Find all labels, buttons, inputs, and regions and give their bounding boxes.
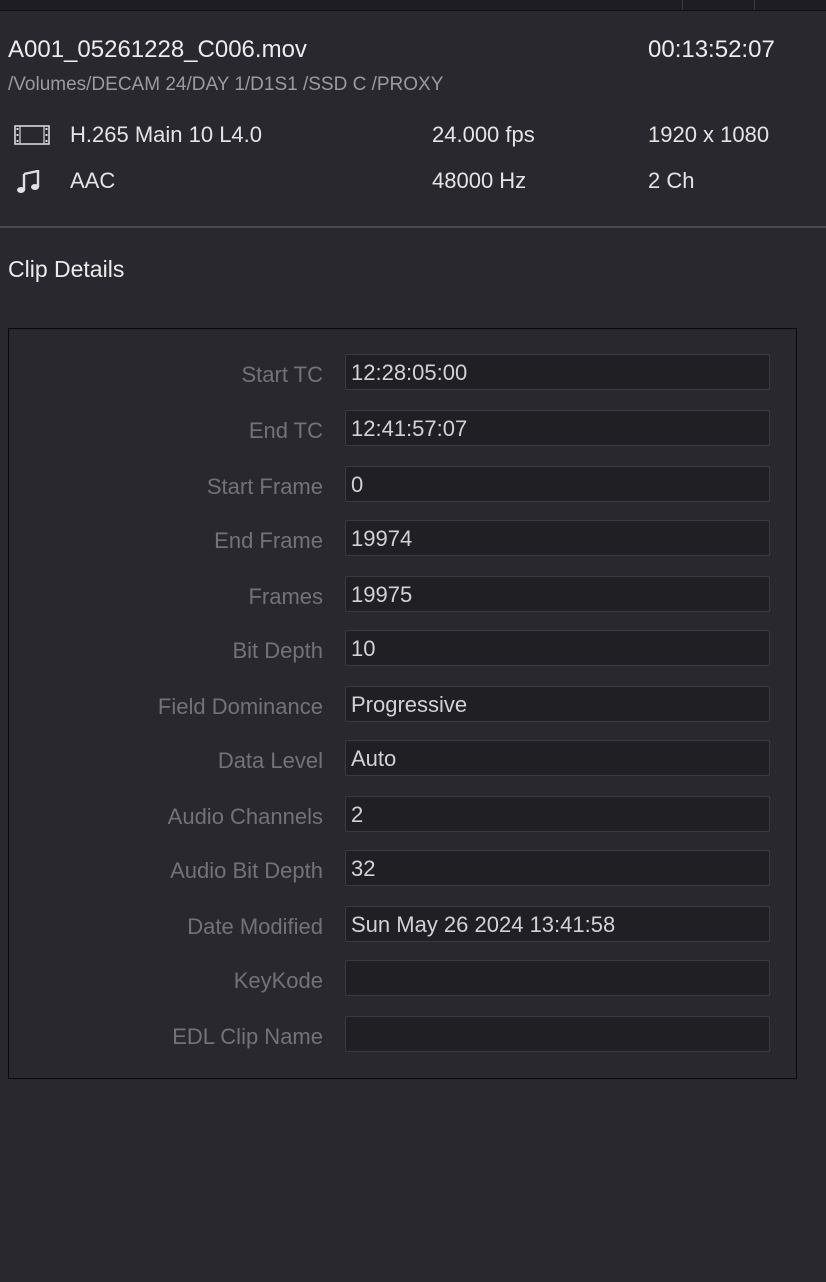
video-resolution: 1920 x 1080 bbox=[648, 122, 770, 147]
frames-input[interactable]: 19975 bbox=[345, 576, 770, 612]
field-label: End TC bbox=[248, 418, 323, 443]
field-label: Frames bbox=[248, 584, 323, 609]
field-data-level: Data Level Auto bbox=[9, 740, 796, 780]
field-keykode: KeyKode bbox=[9, 960, 796, 1000]
video-codec: H.265 Main 10 L4.0 bbox=[70, 122, 263, 147]
field-label: Bit Depth bbox=[232, 638, 324, 663]
video-frame-rate: 24.000 fps bbox=[432, 122, 535, 147]
field-label: Start Frame bbox=[206, 474, 323, 499]
audio-channels: 2 Ch bbox=[648, 168, 695, 193]
field-label: Audio Channels bbox=[167, 804, 323, 829]
music-note-icon bbox=[14, 169, 50, 193]
top-toolbar-strip bbox=[0, 0, 826, 11]
end-frame-input[interactable]: 19974 bbox=[345, 520, 770, 556]
field-edl-clip-name: EDL Clip Name bbox=[9, 1016, 796, 1056]
clip-filename: A001_05261228_C006.mov bbox=[8, 36, 307, 63]
video-info-row: H.265 Main 10 L4.0 24.000 fps 1920 x 108… bbox=[0, 120, 826, 150]
field-label: Start TC bbox=[241, 362, 323, 387]
field-start-tc: Start TC 12:28:05:00 bbox=[9, 354, 796, 394]
field-audio-channels: Audio Channels 2 bbox=[9, 796, 796, 836]
clip-duration: 00:13:52:07 bbox=[648, 36, 775, 63]
field-label: EDL Clip Name bbox=[172, 1024, 323, 1049]
audio-codec: AAC bbox=[70, 168, 116, 193]
field-audio-bit-depth: Audio Bit Depth 32 bbox=[9, 850, 796, 890]
edl-clip-name-input[interactable] bbox=[345, 1016, 770, 1052]
clip-details-title: Clip Details bbox=[8, 256, 125, 282]
field-label: KeyKode bbox=[233, 968, 323, 993]
field-end-frame: End Frame 19974 bbox=[9, 520, 796, 560]
end-tc-input[interactable]: 12:41:57:07 bbox=[345, 410, 770, 446]
field-field-dominance: Field Dominance Progressive bbox=[9, 686, 796, 726]
toolbar-separator bbox=[754, 0, 755, 10]
data-level-input[interactable]: Auto bbox=[345, 740, 770, 776]
toolbar-separator bbox=[682, 0, 683, 10]
date-modified-input[interactable]: Sun May 26 2024 13:41:58 bbox=[345, 906, 770, 942]
film-strip-icon bbox=[14, 124, 50, 146]
bit-depth-input[interactable]: 10 bbox=[345, 630, 770, 666]
field-end-tc: End TC 12:41:57:07 bbox=[9, 410, 796, 450]
field-label: Data Level bbox=[217, 748, 323, 773]
field-start-frame: Start Frame 0 bbox=[9, 466, 796, 506]
audio-sample-rate: 48000 Hz bbox=[432, 168, 527, 193]
field-date-modified: Date Modified Sun May 26 2024 13:41:58 bbox=[9, 906, 796, 946]
clip-details-panel: Start TC 12:28:05:00 End TC 12:41:57:07 … bbox=[8, 328, 797, 1079]
clip-file-path: /Volumes/DECAM 24/DAY 1/D1S1 /SSD C /PRO… bbox=[8, 74, 444, 95]
field-label: Date Modified bbox=[187, 914, 323, 939]
start-tc-input[interactable]: 12:28:05:00 bbox=[345, 354, 770, 390]
field-label: Audio Bit Depth bbox=[170, 858, 323, 883]
audio-channels-input[interactable]: 2 bbox=[345, 796, 770, 832]
audio-bit-depth-input[interactable]: 32 bbox=[345, 850, 770, 886]
section-divider bbox=[0, 226, 826, 228]
field-frames: Frames 19975 bbox=[9, 576, 796, 616]
audio-info-row: AAC 48000 Hz 2 Ch bbox=[0, 166, 826, 196]
field-label: Field Dominance bbox=[157, 694, 323, 719]
keykode-input[interactable] bbox=[345, 960, 770, 996]
field-label: End Frame bbox=[214, 528, 323, 553]
field-dominance-input[interactable]: Progressive bbox=[345, 686, 770, 722]
field-bit-depth: Bit Depth 10 bbox=[9, 630, 796, 670]
start-frame-input[interactable]: 0 bbox=[345, 466, 770, 502]
